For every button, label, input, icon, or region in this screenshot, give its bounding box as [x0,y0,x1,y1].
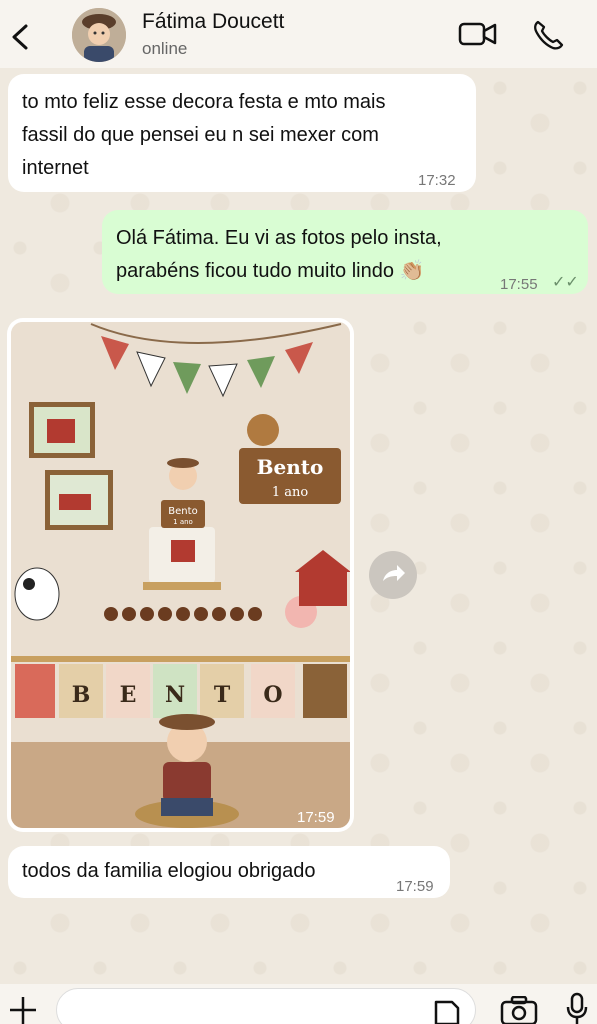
camera-icon[interactable] [500,996,538,1024]
message-text: fassil do que pensei eu n sei mexer com [22,124,379,146]
banner-letter: B [72,682,91,708]
sign-name: Bento [257,455,324,479]
message-text: internet [22,157,89,179]
avatar[interactable] [72,8,126,62]
message-time: 17:59 [297,809,335,826]
topper-name: Bento [168,506,197,517]
banner-letter: T [214,682,231,708]
banner-letter: O [263,682,282,708]
sticker-icon[interactable] [432,998,460,1024]
image-message[interactable]: Bento 1 ano Bento 1 ano B E N T O 17:59 [7,318,354,832]
message-text: todos da familia elogiou obrigado [22,860,316,882]
message-input[interactable] [56,988,476,1024]
contact-status: online [142,39,188,58]
read-receipt-icon: ✓✓ [552,274,579,291]
topper-age: 1 ano [173,518,193,526]
message-bubble-outgoing[interactable]: Olá Fátima. Eu vi as fotos pelo insta, p… [102,210,588,294]
forward-button[interactable] [369,551,417,599]
message-bubble-incoming[interactable]: to mto feliz esse decora festa e mto mai… [8,74,476,192]
banner-letter: N [165,682,185,708]
banner-letter: E [120,682,137,708]
message-text: to mto feliz esse decora festa e mto mai… [22,91,386,113]
message-time: 17:32 [418,172,456,189]
video-call-icon[interactable] [458,20,498,48]
message-text: Olá Fátima. Eu vi as fotos pelo insta, [116,227,442,249]
message-time: 17:55 [500,276,538,293]
sign-age: 1 ano [272,485,309,500]
plus-icon[interactable] [8,994,38,1024]
message-time: 17:59 [396,878,434,895]
chevron-left-icon[interactable] [8,20,32,54]
message-bubble-incoming[interactable]: todos da familia elogiou obrigado 17:59 [8,846,450,898]
phone-icon[interactable] [532,19,566,51]
microphone-icon[interactable] [565,992,589,1024]
party-photo[interactable]: Bento 1 ano Bento 1 ano B E N T O 17:59 [11,322,350,828]
contact-name[interactable]: Fátima Doucett [142,10,284,34]
chat-header: Fátima Doucett online [0,0,597,68]
forward-icon [383,565,405,581]
